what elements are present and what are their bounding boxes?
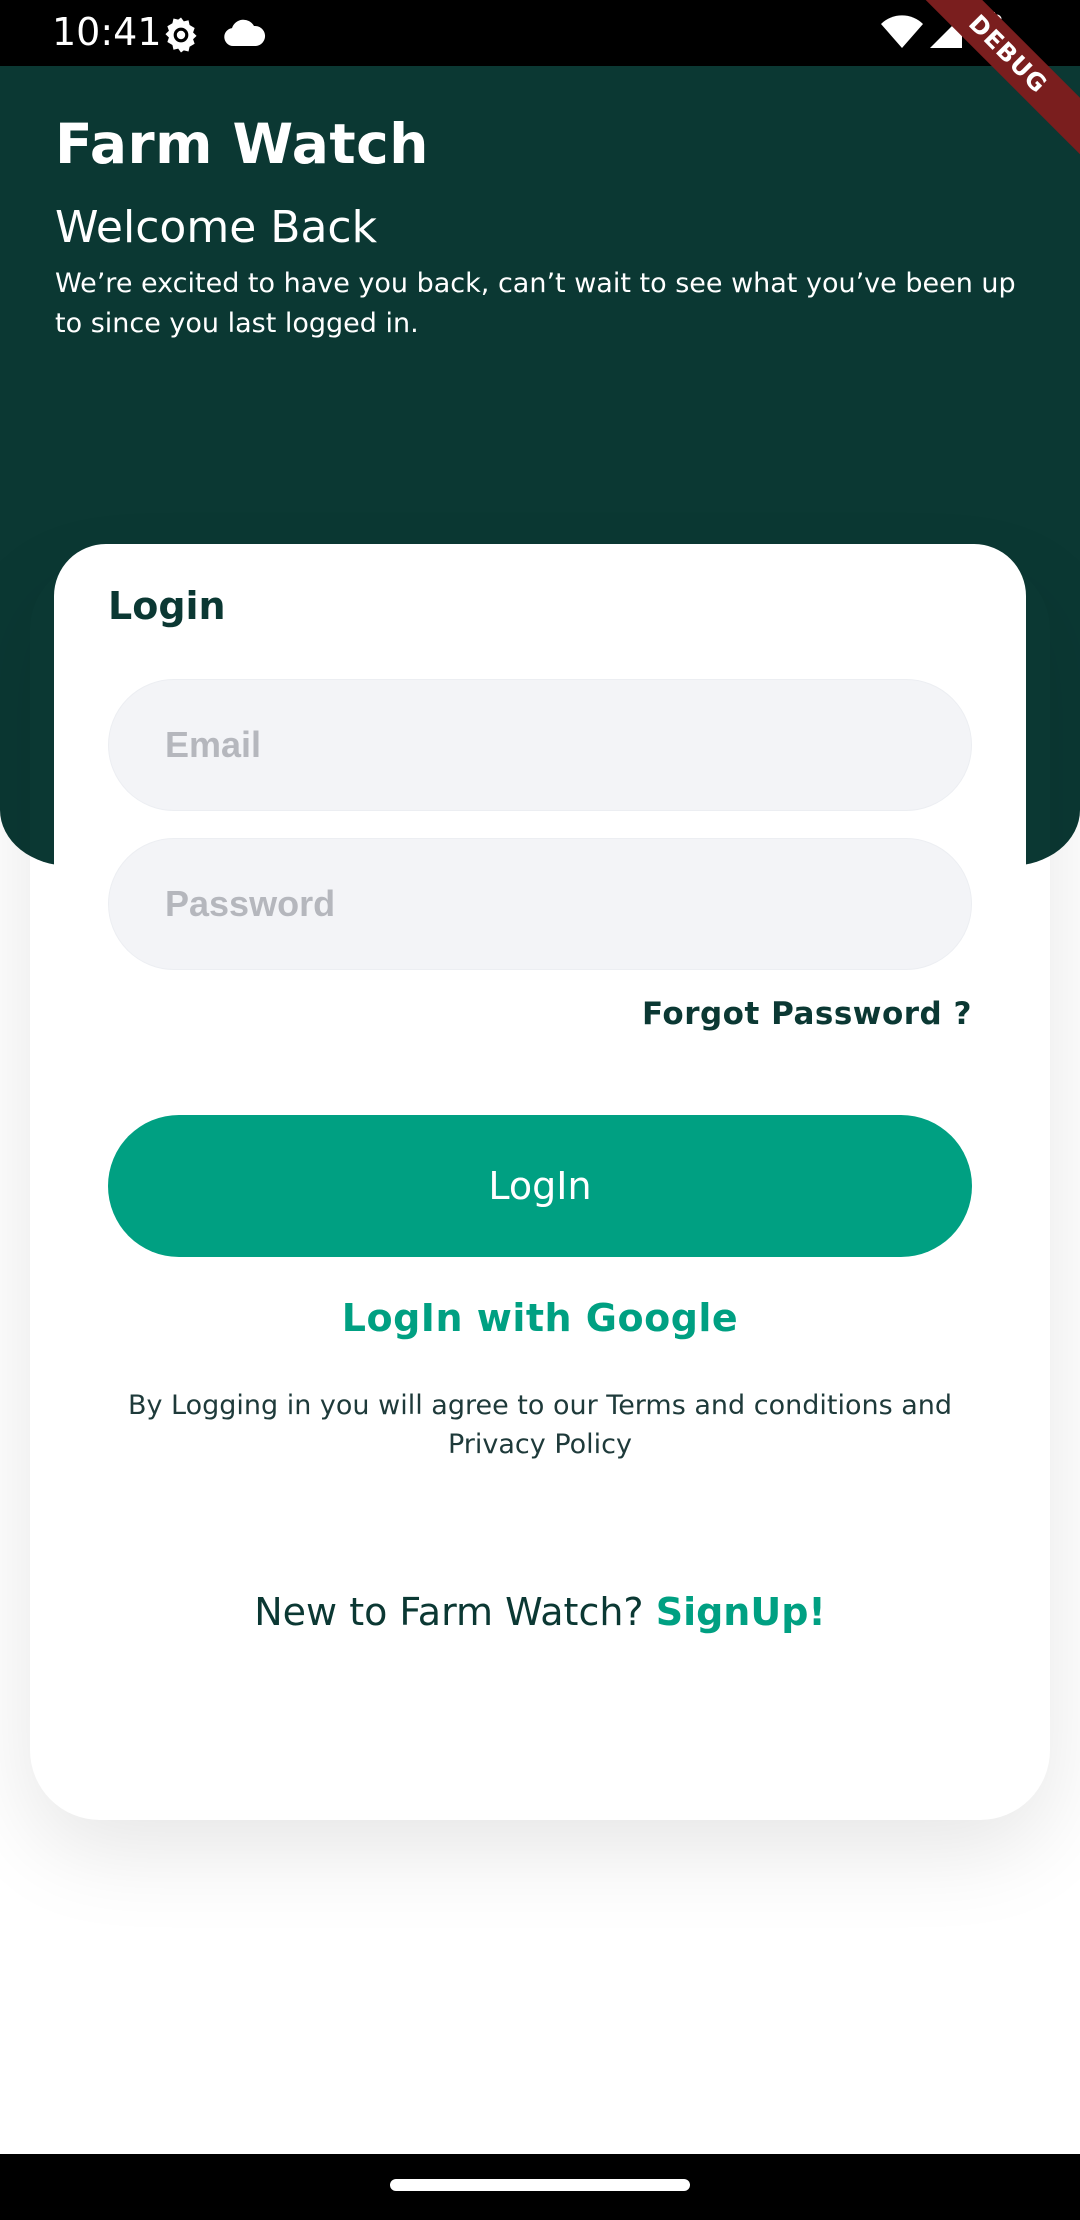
status-time: 10:41 (52, 10, 162, 54)
wifi-icon (880, 14, 924, 55)
signup-row: New to Farm Watch? SignUp! (54, 1590, 1026, 1634)
password-field[interactable]: Password (108, 838, 972, 970)
google-login-link[interactable]: LogIn with Google (54, 1296, 1026, 1340)
terms-text: By Logging in you will agree to our Term… (127, 1390, 953, 1460)
cloud-icon (222, 18, 266, 53)
welcome-title: Welcome Back (55, 202, 378, 253)
email-placeholder: Email (165, 724, 262, 765)
signup-prompt: New to Farm Watch? (254, 1590, 644, 1634)
login-button-label: LogIn (488, 1164, 592, 1208)
forgot-password-link[interactable]: Forgot Password ? (642, 996, 972, 1032)
login-card: Login Email Password Forgot Password ? L… (54, 544, 1026, 1708)
login-card-title: Login (108, 584, 226, 628)
navigation-bar (0, 2154, 1080, 2220)
settings-gear-icon (160, 14, 202, 61)
app-title: Farm Watch (55, 112, 429, 176)
status-bar: 10:41 (0, 0, 1080, 66)
password-placeholder: Password (165, 883, 336, 924)
home-indicator[interactable] (390, 2179, 690, 2191)
login-screen: 10:41 DEBUG Farm Watch Welcome Back We’r… (0, 0, 1080, 2220)
login-button[interactable]: LogIn (108, 1115, 972, 1257)
signup-link[interactable]: SignUp! (656, 1590, 826, 1634)
email-field[interactable]: Email (108, 679, 972, 811)
welcome-text: We’re excited to have you back, can’t wa… (55, 268, 1016, 339)
